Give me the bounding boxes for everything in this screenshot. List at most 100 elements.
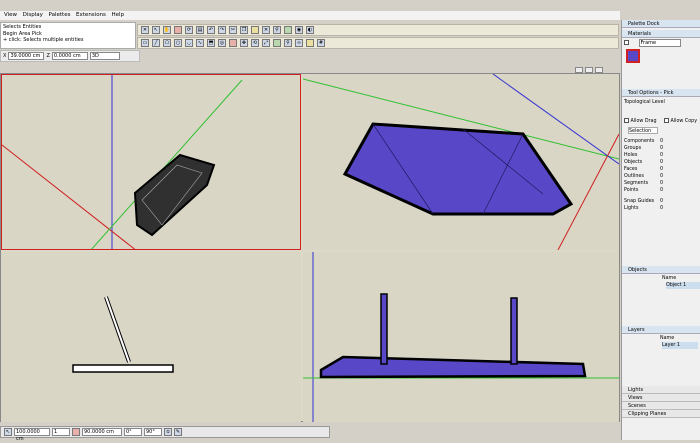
stat-label: Objects: [624, 160, 643, 165]
search-icon[interactable]: ⚲: [284, 39, 292, 47]
delete-icon[interactable]: ✕: [262, 26, 270, 34]
tool-options-title[interactable]: Tool Options - Pick: [622, 89, 700, 97]
zoom-icon[interactable]: ⚲: [273, 26, 281, 34]
rectangle-icon[interactable]: ▭: [141, 39, 149, 47]
count-field[interactable]: 1: [52, 428, 70, 436]
zoom-field[interactable]: 0°: [124, 428, 142, 436]
materials-title[interactable]: Materials: [622, 30, 700, 38]
stat-label: Outlines: [624, 174, 644, 179]
eye-icon[interactable]: ◉: [295, 26, 303, 34]
solid-shape[interactable]: [342, 122, 574, 216]
menu-view[interactable]: View: [4, 11, 17, 20]
allow-copy-checkbox[interactable]: [664, 118, 669, 123]
camera-icon[interactable]: [284, 26, 292, 34]
post-inner: [105, 296, 130, 363]
circle-icon[interactable]: ○: [174, 39, 182, 47]
menu-extensions[interactable]: Extensions: [76, 11, 106, 20]
views-panel[interactable]: Views: [622, 394, 700, 402]
hand-icon[interactable]: ✋: [163, 26, 171, 34]
front-scene: [72, 296, 174, 373]
snap-icon[interactable]: [72, 428, 80, 436]
material-icon[interactable]: [174, 26, 182, 34]
layer-item[interactable]: Layer 1: [662, 342, 698, 349]
material-swatch[interactable]: [626, 49, 640, 63]
texture-icon[interactable]: [273, 39, 281, 47]
objects-header: Name: [662, 276, 677, 281]
palette-dock: Palette Dock Materials Frame Tool Option…: [621, 20, 700, 440]
allow-drag-label: Allow Drag: [630, 119, 657, 124]
layers-title[interactable]: Layers: [622, 326, 700, 334]
stat-label: Components: [624, 139, 655, 144]
base-plate[interactable]: [72, 364, 174, 373]
close-icon[interactable]: ✕: [141, 26, 149, 34]
lathe-icon[interactable]: ◎: [218, 39, 226, 47]
cut-icon[interactable]: ✂: [229, 26, 237, 34]
stat-row: Faces 0: [624, 166, 699, 173]
polygon-icon[interactable]: ⬠: [163, 39, 171, 47]
layer-icon[interactable]: ▤: [196, 26, 204, 34]
orbit-icon[interactable]: ⟳: [185, 26, 193, 34]
material-select-row: Frame: [624, 39, 699, 47]
pick-arrow-icon[interactable]: ↖: [152, 26, 160, 34]
distance-field[interactable]: 100.0000 cm: [14, 428, 50, 442]
x-value-field[interactable]: 39.0000 cm: [8, 52, 45, 60]
post-right[interactable]: [510, 297, 518, 365]
extrude-icon[interactable]: ⬒: [207, 39, 215, 47]
post-left[interactable]: [380, 293, 388, 365]
viewport-side[interactable]: [303, 252, 619, 422]
objects-title[interactable]: Objects: [622, 266, 700, 274]
menu-help[interactable]: Help: [112, 11, 125, 20]
stat-value: 0: [660, 181, 664, 186]
pencil-icon[interactable]: ✎: [174, 428, 182, 436]
pick-arrow-icon[interactable]: ↖: [4, 428, 12, 436]
arc-icon[interactable]: ◡: [185, 39, 193, 47]
lights-panel[interactable]: Lights: [622, 386, 700, 394]
clipping-planes-panel[interactable]: Clipping Planes: [622, 410, 700, 418]
material-checkbox[interactable]: [624, 40, 629, 45]
hint-line: + click: Selects multiple entities: [3, 37, 84, 43]
material-select[interactable]: Frame: [638, 39, 681, 47]
viewport-front[interactable]: [1, 252, 301, 422]
undo-icon[interactable]: ↶: [207, 26, 215, 34]
allow-drag-checkbox[interactable]: [624, 118, 629, 123]
render-icon[interactable]: ◐: [306, 26, 314, 34]
axis-line: [2, 144, 136, 249]
menu-display[interactable]: Display: [23, 11, 43, 20]
copy-icon[interactable]: ❐: [240, 26, 248, 34]
boolean-icon[interactable]: [229, 39, 237, 47]
toolbar-main: ✕ ↖ ✋ ⟳ ▤ ↶ ↷ ✂ ❐ ✕ ⚲ ◉ ◐: [137, 24, 619, 36]
block-icon[interactable]: ⦸: [164, 428, 172, 436]
measurement-bar: X 39.0000 cm Z 0.0000 cm 3D: [0, 50, 140, 62]
paste-icon[interactable]: [251, 26, 259, 34]
stat-value: 0: [660, 199, 664, 204]
redo-icon[interactable]: ↷: [218, 26, 226, 34]
rotate-icon[interactable]: ⟲: [251, 39, 259, 47]
label-x: X: [3, 53, 7, 59]
line-icon[interactable]: ╱: [152, 39, 160, 47]
link-icon[interactable]: ∞: [295, 39, 303, 47]
viewport-top-right[interactable]: [303, 74, 619, 250]
selection-tab[interactable]: Selection: [628, 127, 658, 134]
stat-value: 0: [660, 206, 664, 211]
scale-icon[interactable]: ⤢: [262, 39, 270, 47]
bezier-icon[interactable]: ∿: [196, 39, 204, 47]
stat-row: Lights 0: [624, 205, 699, 212]
grid-icon[interactable]: #: [317, 39, 325, 47]
angle-field[interactable]: 90°: [144, 428, 162, 436]
scenes-panel[interactable]: Scenes: [622, 402, 700, 410]
move-icon[interactable]: ✥: [240, 39, 248, 47]
stat-label: Groups: [624, 146, 642, 151]
menu-palettes[interactable]: Palettes: [49, 11, 71, 20]
mode-select[interactable]: 3D: [89, 52, 120, 60]
allow-copy-row[interactable]: Allow Copy: [664, 118, 700, 125]
viewport-perspective[interactable]: [1, 74, 301, 250]
stat-label: Points: [624, 188, 639, 193]
allow-copy-label: Allow Copy: [670, 119, 698, 124]
object-item[interactable]: Object 1: [666, 282, 700, 289]
stat-label: Segments: [624, 181, 649, 186]
slab-shape[interactable]: [319, 355, 587, 379]
tool-hint-panel: Selects Entities Begin Area Pick + click…: [0, 22, 136, 49]
z-value-field[interactable]: 0.0000 cm: [51, 52, 88, 60]
stat-value: 0: [660, 146, 664, 151]
light-icon[interactable]: [306, 39, 314, 47]
